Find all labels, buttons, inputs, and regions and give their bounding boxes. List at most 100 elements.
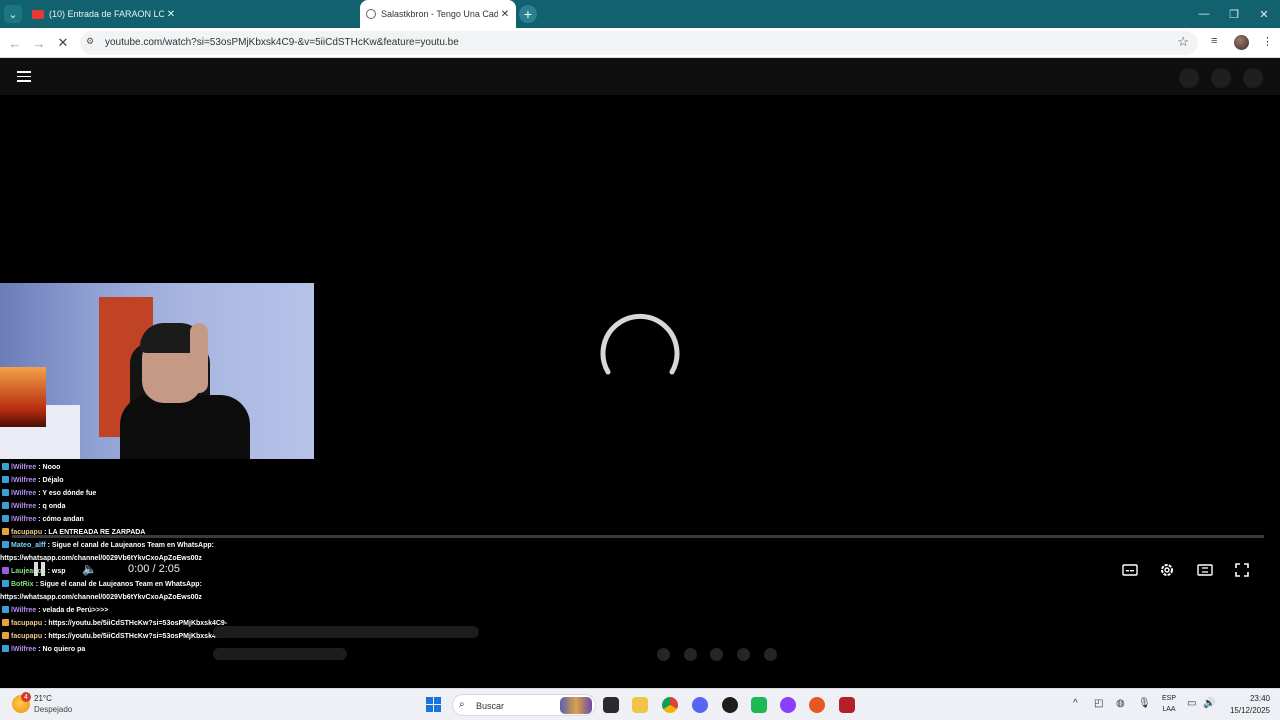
title-placeholder	[213, 626, 479, 638]
chat-username: lWilfree	[11, 607, 37, 614]
media-controls-icon[interactable]: ≡	[1211, 35, 1217, 47]
chat-badge-icon	[2, 489, 9, 496]
chat-username: lWilfree	[11, 490, 37, 497]
volume-icon[interactable]: 🔈	[82, 562, 97, 576]
weather-temperature[interactable]: 21°C	[34, 694, 52, 703]
app-icon[interactable]	[839, 697, 855, 713]
network-icon[interactable]: ▭	[1187, 698, 1196, 709]
chat-username: BotRix	[11, 581, 34, 588]
clock-time: 23:40	[1249, 694, 1270, 703]
placeholder-button[interactable]	[1179, 68, 1199, 88]
chat-text: Sigue el canal de Laujeanos Team en What…	[39, 581, 202, 588]
search-highlight-image	[560, 697, 592, 714]
volume-tray-icon[interactable]: 🔊	[1203, 698, 1215, 709]
weather-badge: 4	[21, 692, 31, 702]
chat-badge-icon	[2, 502, 9, 509]
action-placeholder	[737, 648, 750, 661]
close-tab-icon[interactable]: ✕	[498, 9, 512, 20]
hamburger-menu-icon[interactable]	[17, 71, 31, 82]
stop-loading-icon[interactable]: ✕	[54, 34, 72, 52]
tray-app-icon[interactable]: ◰	[1094, 698, 1103, 709]
new-tab-button[interactable]: +	[519, 5, 537, 23]
input-language[interactable]: ESP LAA	[1160, 693, 1178, 715]
address-bar[interactable]: ⚙ youtube.com/watch?si=53osPMjKbxsk4C9-&…	[80, 31, 1198, 55]
chat-badge-icon	[2, 515, 9, 522]
chat-text: No quiero pa	[42, 646, 86, 653]
close-tab-icon[interactable]: ✕	[164, 9, 178, 20]
chat-text: wsp	[51, 568, 66, 575]
app-icon[interactable]	[780, 697, 796, 713]
chat-username: lWilfree	[11, 464, 37, 471]
chat-badge-icon	[2, 541, 9, 548]
chat-text: Déjalo	[42, 477, 64, 484]
settings-gear-icon[interactable]	[1158, 561, 1176, 579]
chat-badge-icon	[2, 528, 9, 535]
maximize-button[interactable]: ❐	[1219, 0, 1249, 28]
search-icon: ⌕	[459, 699, 465, 710]
chat-message: lWilfree: q onda	[0, 500, 260, 513]
tab-faraon-love[interactable]: (10) Entrada de FARAON LOVE ✕	[26, 0, 182, 28]
taskbar-search-box[interactable]: ⌕ Buscar	[452, 694, 596, 716]
time-display: 0:00 / 2:05	[128, 563, 180, 575]
chat-badge-icon	[2, 632, 9, 639]
lang-code: ESP	[1161, 695, 1176, 702]
close-window-button[interactable]: ✕	[1249, 0, 1279, 28]
fullscreen-icon[interactable]	[1233, 561, 1251, 579]
chat-username: facupapu	[11, 633, 43, 640]
taskbar-clock[interactable]: 23:40 15/12/2025	[1226, 693, 1270, 717]
chrome-menu-icon[interactable]: ⋮	[1262, 35, 1273, 48]
chat-username: Mateo_alff	[11, 542, 46, 549]
windows-start-icon[interactable]	[426, 697, 441, 712]
app-icon[interactable]	[809, 697, 825, 713]
chrome-icon[interactable]	[662, 697, 678, 713]
placeholder-button[interactable]	[1211, 68, 1231, 88]
task-view-icon[interactable]	[603, 697, 619, 713]
app-icon[interactable]	[722, 697, 738, 713]
site-settings-icon[interactable]: ⚙	[86, 36, 98, 48]
subtitles-icon[interactable]	[1121, 561, 1139, 579]
chat-username: lWilfree	[11, 477, 37, 484]
chat-badge-icon	[2, 567, 9, 574]
weather-condition[interactable]: Despejado	[34, 705, 72, 714]
file-explorer-icon[interactable]	[632, 697, 648, 713]
chat-badge-icon	[2, 606, 9, 613]
chat-text: velada de Perú>>>>	[42, 607, 109, 614]
chat-username: lWilfree	[11, 503, 37, 510]
loading-favicon-icon	[366, 9, 376, 19]
forward-arrow-icon[interactable]: →	[30, 34, 48, 52]
tab-active-video[interactable]: Salastkbron - Tengo Una Caden ✕	[360, 0, 516, 28]
youtube-favicon-icon	[32, 9, 44, 19]
lang-layout: LAA	[1162, 706, 1176, 713]
chat-text: https://youtu.be/5iiCdSTHcKw?si=53osPMjK…	[48, 620, 228, 627]
tab-search-menu-button[interactable]: ⌄	[4, 5, 22, 23]
show-hidden-icons-chevron-icon[interactable]: ^	[1073, 698, 1078, 709]
clock-date: 15/12/2025	[1229, 706, 1270, 715]
profile-avatar[interactable]	[1234, 35, 1249, 50]
bookmark-star-icon[interactable]: ☆	[1177, 34, 1189, 50]
pause-icon[interactable]	[34, 562, 46, 576]
app-icon[interactable]	[751, 697, 767, 713]
tray-app-icon[interactable]: ◍	[1116, 698, 1125, 709]
chat-username: lWilfree	[11, 516, 37, 523]
channel-placeholder	[213, 648, 347, 660]
browser-tab-strip: ⌄ (10) Entrada de FARAON LOVE ✕ Salastkb…	[0, 0, 1280, 28]
chat-badge-icon	[2, 476, 9, 483]
chat-username: facupapu	[11, 620, 43, 627]
action-placeholder	[657, 648, 670, 661]
discord-icon[interactable]	[692, 697, 708, 713]
video-progress-bar[interactable]	[12, 535, 1264, 538]
url-text[interactable]: youtube.com/watch?si=53osPMjKbxsk4C9-&v=…	[105, 37, 459, 48]
search-placeholder: Buscar	[476, 701, 505, 711]
chat-badge-icon	[2, 580, 9, 587]
chat-badge-icon	[2, 619, 9, 626]
action-placeholder	[684, 648, 697, 661]
theater-mode-icon[interactable]	[1196, 561, 1214, 579]
chat-text: Sigue el canal de Laujeanos Team en What…	[51, 542, 214, 549]
chat-message: Mateo_alff: Sigue el canal de Laujeanos …	[0, 539, 260, 552]
microphone-icon[interactable]: 🎙	[1138, 698, 1151, 709]
placeholder-avatar[interactable]	[1243, 68, 1263, 88]
back-arrow-icon[interactable]: ←	[6, 34, 24, 52]
streamer-facecam-image	[0, 283, 314, 459]
chat-text: cómo andan	[42, 516, 84, 523]
minimize-button[interactable]: —	[1189, 0, 1219, 28]
